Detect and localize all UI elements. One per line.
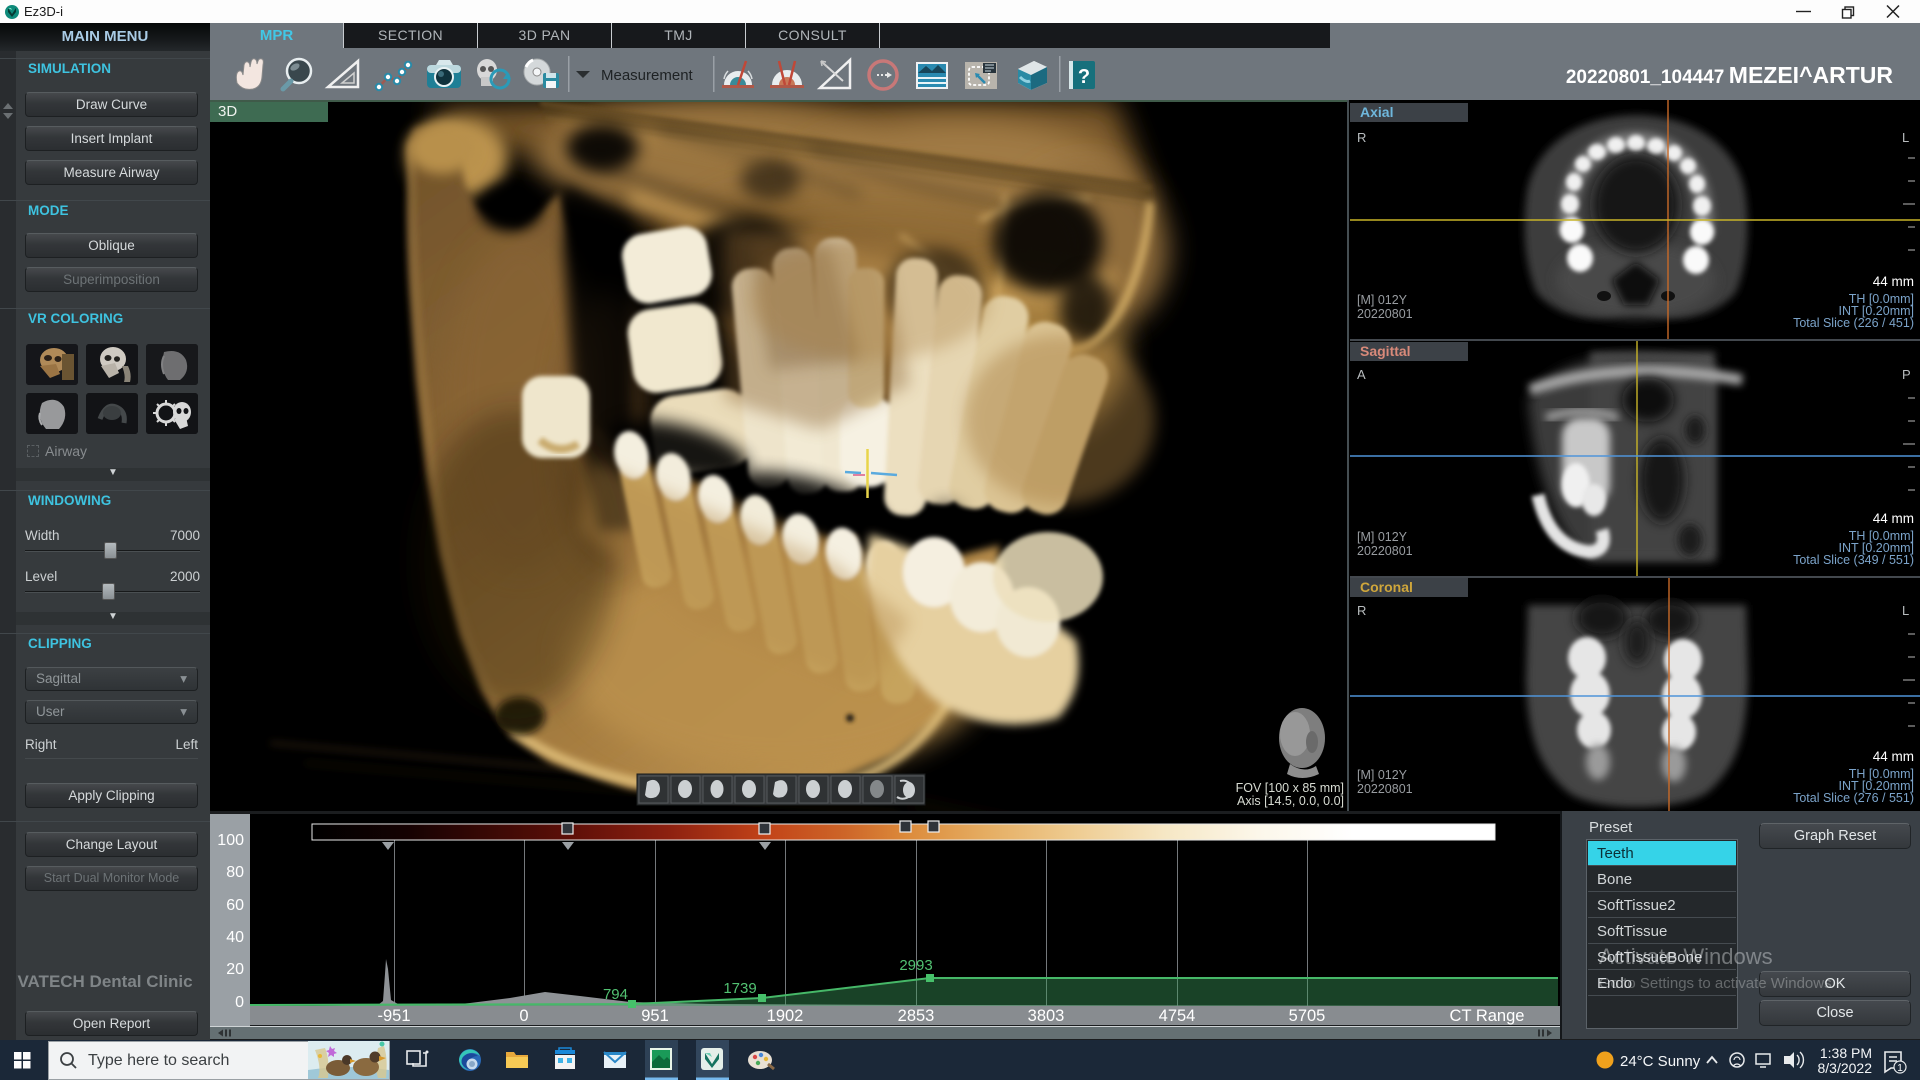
svg-text:Measurement: Measurement xyxy=(601,67,694,84)
svg-text:1: 1 xyxy=(1897,1063,1903,1074)
svg-text:4754: 4754 xyxy=(1159,1007,1196,1025)
svg-text:2993: 2993 xyxy=(899,957,932,974)
svg-text:CT Range: CT Range xyxy=(1450,1007,1525,1025)
svg-text:1739: 1739 xyxy=(723,980,756,997)
svg-text:8/3/2022: 8/3/2022 xyxy=(1818,1060,1873,1076)
svg-text:3803: 3803 xyxy=(1028,1007,1065,1025)
svg-text:1:38 PM: 1:38 PM xyxy=(1820,1045,1872,1061)
svg-text:0: 0 xyxy=(519,1007,528,1025)
svg-text:2853: 2853 xyxy=(898,1007,935,1025)
svg-text:1902: 1902 xyxy=(767,1007,804,1025)
svg-text:?: ? xyxy=(1078,66,1090,88)
svg-text:-951: -951 xyxy=(377,1007,410,1025)
svg-text:24°C Sunny: 24°C Sunny xyxy=(1620,1053,1701,1070)
svg-text:Type here to search: Type here to search xyxy=(88,1052,229,1069)
svg-text:951: 951 xyxy=(641,1007,669,1025)
svg-text:Axis [14.5, 0.0, 0.0]: Axis [14.5, 0.0, 0.0] xyxy=(1237,794,1344,808)
svg-text:5705: 5705 xyxy=(1289,1007,1326,1025)
svg-text:794: 794 xyxy=(603,986,628,1003)
svg-text:FOV [100 x 85 mm]: FOV [100 x 85 mm] xyxy=(1236,781,1344,795)
